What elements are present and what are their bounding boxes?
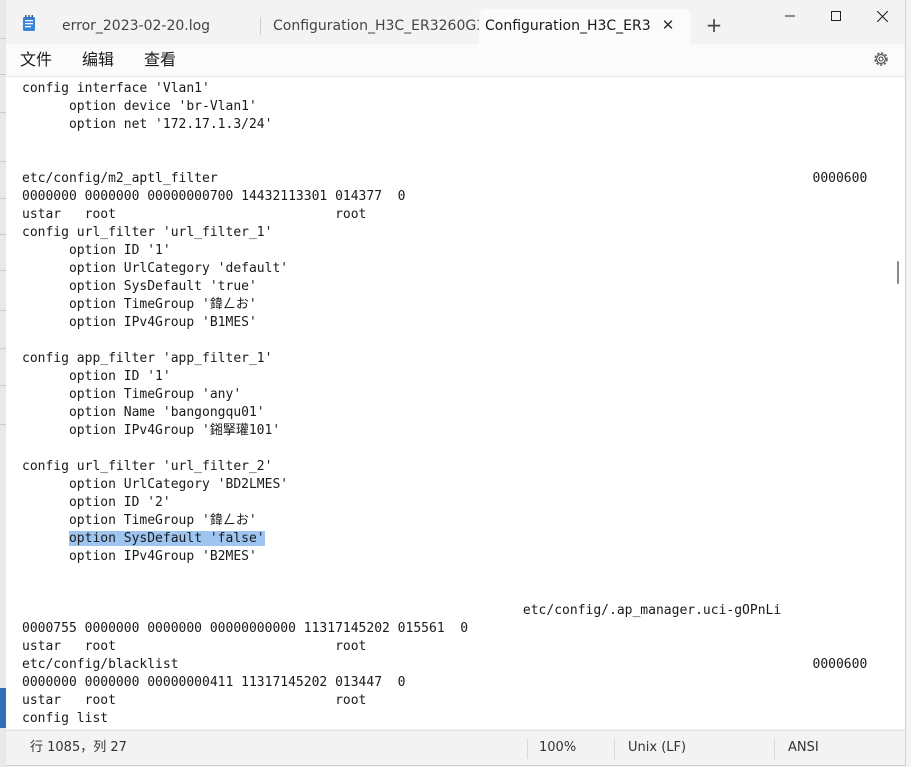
editor-line: 0000000 0000000 00000000411 11317145202 … [22, 675, 406, 690]
editor-line: config app_filter 'app_filter_1' [22, 351, 273, 366]
gear-icon[interactable] [872, 50, 890, 68]
status-bar: 行 1085，列 27 100% Unix (LF) ANSI [6, 730, 905, 765]
maximize-button[interactable] [813, 0, 859, 32]
tab-label: Configuration_H3C_ER3260G3 [273, 18, 485, 34]
editor-line: option net '172.17.1.3/24' [22, 117, 273, 132]
notepad-window: error_2023-02-20.log Configuration_H3C_E… [6, 0, 906, 766]
zoom-level[interactable]: 100% [539, 740, 576, 756]
menu-file[interactable]: 文件 [20, 49, 52, 71]
status-divider [774, 739, 775, 759]
minimize-icon [785, 15, 795, 17]
editor-line: 0000000 0000000 00000000700 14432113301 … [22, 189, 406, 204]
editor-line: option TimeGroup '鍏ㄥお' [22, 297, 257, 312]
close-icon [876, 10, 888, 22]
menu-edit[interactable]: 编辑 [82, 49, 114, 71]
status-divider [527, 739, 528, 759]
editor-line: option IPv4Group 'B2MES' [22, 549, 257, 564]
editor-line: 0000755 0000000 0000000 00000000000 1131… [22, 621, 469, 636]
editor-line: etc/config/.ap_manager.uci-gOPnLi [22, 603, 782, 618]
editor-line: config url_filter 'url_filter_1' [22, 225, 273, 240]
editor-line: ustar root root [22, 639, 367, 654]
menu-view[interactable]: 查看 [144, 49, 176, 71]
editor-line: config url_filter 'url_filter_2' [22, 459, 273, 474]
minimize-button[interactable] [767, 0, 813, 32]
editor-line: option SysDefault 'false' [22, 530, 265, 548]
editor-line: etc/config/m2_aptl_filter 0000600 [22, 171, 868, 186]
editor-line: config interface 'Vlan1' [22, 81, 210, 96]
close-window-button[interactable] [859, 0, 905, 32]
notepad-app-icon [23, 15, 35, 31]
tab-close-icon[interactable]: ✕ [660, 17, 676, 33]
editor-line: option ID '2' [22, 495, 171, 510]
tab-label: Configuration_H3C_ER3 [485, 18, 651, 34]
editor-line: option UrlCategory 'default' [22, 261, 289, 276]
tab-error-log[interactable]: error_2023-02-20.log [46, 9, 274, 44]
editor-line: ustar root root [22, 693, 367, 708]
editor-line: ustar root root [22, 207, 367, 222]
cursor-position[interactable]: 行 1085，列 27 [30, 740, 127, 756]
editor-line: option device 'br-Vlan1' [22, 99, 257, 114]
line-ending[interactable]: Unix (LF) [628, 740, 686, 756]
title-bar[interactable]: error_2023-02-20.log Configuration_H3C_E… [6, 0, 905, 44]
editor-line: option ID '1' [22, 369, 171, 384]
selected-text: option SysDefault 'false' [68, 531, 265, 546]
editor-line: config list [22, 711, 109, 726]
editor-line: option IPv4Group '鎺掔瓘101' [22, 423, 281, 438]
encoding[interactable]: ANSI [788, 740, 819, 756]
editor-line: option IPv4Group 'B1MES' [22, 315, 257, 330]
tab-configuration-er3260g3[interactable]: Configuration_H3C_ER3260G3 [260, 9, 485, 44]
editor-line: option Name 'bangongqu01' [22, 405, 265, 420]
editor-line: option SysDefault 'true' [22, 279, 257, 294]
editor-line: option IP '192.168.3.126' [22, 728, 265, 729]
maximize-icon [831, 11, 841, 21]
editor-line: option TimeGroup '鍏ㄥお' [22, 513, 257, 528]
editor-line: option TimeGroup 'any' [22, 387, 242, 402]
tab-label: error_2023-02-20.log [62, 18, 211, 34]
menu-bar: 文件 编辑 查看 [6, 44, 905, 77]
vertical-scrollbar-thumb[interactable] [897, 261, 899, 284]
editor-line: option ID '1' [22, 243, 171, 258]
new-tab-button[interactable]: + [703, 14, 725, 36]
editor-line: option UrlCategory 'BD2LMES' [22, 477, 289, 492]
editor-line: etc/config/blacklist 0000600 [22, 657, 868, 672]
status-divider [614, 739, 615, 759]
text-editor[interactable]: config interface 'Vlan1' option device '… [6, 77, 905, 729]
